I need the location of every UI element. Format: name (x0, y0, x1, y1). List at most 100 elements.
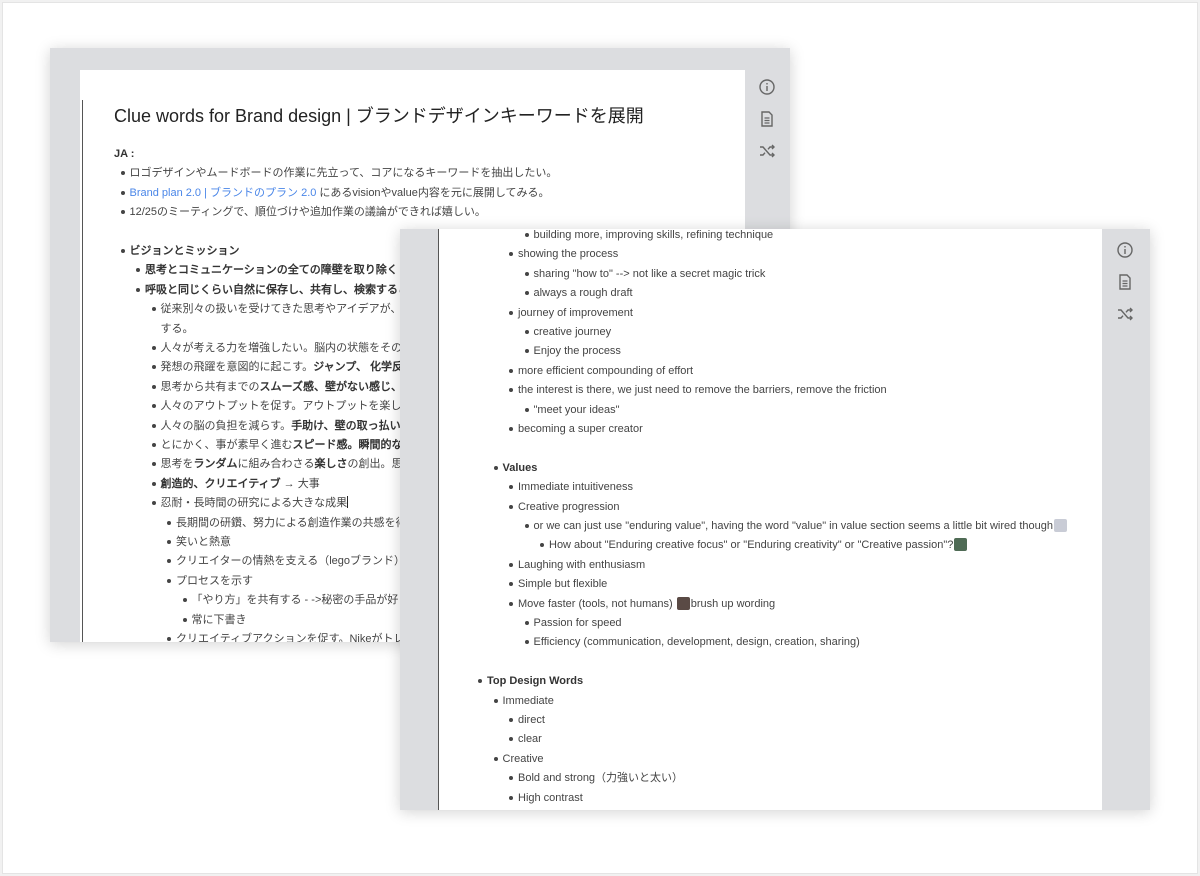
list-item[interactable]: プロセスを示す (167, 574, 253, 588)
list-item[interactable]: How about "Enduring creative focus" or "… (539, 538, 968, 552)
left-margin-line (82, 100, 83, 642)
text-segment: 思考とコミュニケーションの全ての障壁を取り除く (145, 264, 398, 277)
list-item[interactable]: クリエイティブアクションを促す。Nikeがトレー (166, 632, 416, 642)
text-segment: High contrast (518, 791, 583, 804)
list-item[interactable]: JA : (114, 147, 134, 161)
text-segment: 人々のアウトプットを促す。アウトプットを楽しく (160, 400, 413, 413)
text-segment: building more, improving skills, refinin… (533, 229, 774, 241)
list-item[interactable]: High contrast (509, 791, 583, 805)
list-item[interactable]: journey of improvement (509, 306, 633, 320)
list-item[interactable]: 思考をランダムに組み合わさる楽しさの創出。思考 (151, 457, 414, 471)
info-icon[interactable] (758, 78, 776, 96)
text-segment: Top Design Words (487, 675, 584, 688)
list-item[interactable]: ビジョンとミッション (120, 244, 240, 258)
text-segment: クリエイターの情熱を支える（legoブランド） (176, 555, 406, 568)
text-segment: プロセスを示す (176, 574, 253, 587)
list-item[interactable]: 「やり方」を共有する - ->秘密の手品が好きで (182, 593, 421, 607)
document-icon[interactable] (1116, 273, 1134, 291)
text-segment: 笑いと熱意 (176, 536, 231, 548)
list-item[interactable]: 思考とコミュニケーションの全ての障壁を取り除く (136, 263, 398, 277)
list-item[interactable]: Simple but flexible (508, 577, 607, 591)
text-segment: 創造的、クリエイティブ (160, 477, 281, 490)
list-item[interactable]: 笑いと熱意 (167, 535, 231, 549)
text-segment: する。 (160, 322, 194, 335)
list-item[interactable]: とにかく、事が素早く進むスピード感。瞬間的なア (151, 438, 414, 452)
list-item[interactable]: Top Design Words (477, 674, 584, 688)
shuffle-icon[interactable] (1116, 305, 1134, 323)
text-segment: 人々が考える力を増強したい。脳内の状態をそのま (160, 342, 414, 354)
list-item[interactable]: 人々のアウトプットを促す。アウトプットを楽しく (151, 399, 413, 413)
list-item[interactable]: Passion for speed (524, 616, 622, 630)
list-item[interactable]: 忍耐・長時間の研究による大きな成果 (151, 496, 349, 510)
list-item[interactable]: direct (509, 713, 545, 727)
list-item[interactable]: building more, improving skills, refinin… (524, 229, 774, 242)
text-segment: → 大事 (280, 477, 320, 490)
list-item[interactable]: 創造的、クリエイティブ → 大事 (151, 477, 320, 491)
list-item[interactable]: Creative progression (509, 500, 620, 514)
list-item[interactable]: Efficiency (communication, development, … (524, 635, 860, 649)
text-cursor (347, 496, 349, 509)
text-segment: ビジョンとミッション (129, 245, 240, 257)
list-item[interactable]: Bold and strong（力強いと太い） (508, 771, 683, 785)
list-item[interactable]: "meet your ideas" (524, 403, 620, 417)
document-link[interactable]: Brand plan 2.0 | ブランドのプラン 2.0 (130, 187, 317, 199)
left-margin-line (438, 229, 439, 810)
text-segment: 発想の飛躍を意図的に起こす。 (160, 361, 314, 374)
text-segment: 楽しさ (314, 458, 348, 471)
front-document[interactable]: building more, improving skills, refinin… (438, 229, 1102, 810)
text-segment: 12/25のミーティングで、順位づけや追加作業の議論ができれば嬉しい。 (129, 206, 486, 219)
list-item[interactable]: always a rough draft (524, 286, 633, 300)
text-segment: showing the process (518, 248, 619, 261)
text-segment: journey of improvement (518, 306, 633, 319)
list-item[interactable]: sharing "how to" --> not like a secret m… (524, 267, 766, 281)
side-toolbar (1116, 241, 1134, 323)
text-segment: "meet your ideas" (533, 403, 620, 416)
user-avatar (676, 596, 690, 610)
list-item[interactable]: the interest is there, we just need to r… (509, 383, 887, 397)
list-item[interactable]: 12/25のミーティングで、順位づけや追加作業の議論ができれば嬉しい。 (120, 205, 486, 219)
text-segment: sharing "how to" --> not like a secret m… (533, 267, 766, 280)
text-segment: Creative (502, 752, 544, 765)
list-item[interactable]: Immediate intuitiveness (509, 480, 633, 494)
list-item[interactable]: する。 (161, 322, 194, 336)
text-segment: スピード感。瞬間的なア (292, 439, 414, 451)
list-item[interactable]: 長期間の研鑽、努力による創造作業の共感を得た (167, 516, 418, 530)
text-segment: スムーズ感、壁がない感じ、ポ (259, 380, 413, 393)
text-segment: 手助け、壁の取っ払いや (291, 419, 412, 432)
list-item[interactable]: Laughing with enthusiasm (508, 558, 645, 572)
list-item[interactable]: 人々の脳の負担を減らす。手助け、壁の取っ払いや (151, 419, 412, 433)
list-item[interactable]: showing the process (508, 247, 619, 261)
list-item[interactable]: Brand plan 2.0 | ブランドのプラン 2.0 にあるvisionや… (120, 186, 550, 200)
list-item[interactable]: Values (493, 461, 537, 475)
text-segment: 「やり方」を共有する - ->秘密の手品が好きで (191, 594, 421, 607)
list-item[interactable]: ロゴデザインやムードボードの作業に先立って、コアになるキーワードを抽出したい。 (120, 166, 557, 180)
list-item[interactable]: becoming a super creator (509, 422, 643, 436)
list-item[interactable]: 発想の飛躍を意図的に起こす。ジャンプ、 化学反応 (151, 360, 414, 374)
list-item[interactable]: 思考から共有までのスムーズ感、壁がない感じ、ポ (151, 380, 413, 394)
document-title: Clue words for Brand design | ブランドデザインキー… (114, 106, 644, 126)
list-item[interactable]: 人々が考える力を増強したい。脳内の状態をそのま (151, 341, 414, 355)
document-icon[interactable] (758, 110, 776, 128)
text-segment: or we can just use "enduring value", hav… (533, 520, 1053, 532)
list-item[interactable]: creative journey (524, 325, 611, 339)
user-avatar (1053, 519, 1067, 532)
shuffle-icon[interactable] (758, 142, 776, 160)
text-segment: JA : (114, 148, 135, 160)
text-segment: クリエイティブアクションを促す。Nikeがトレー (176, 633, 416, 642)
text-segment: Creative progression (518, 500, 620, 513)
info-icon[interactable] (1116, 241, 1134, 259)
side-toolbar (758, 78, 776, 160)
list-item[interactable]: 常に下書き (182, 613, 247, 627)
text-segment: Immediate intuitiveness (518, 481, 633, 494)
list-item[interactable]: Immediate (493, 694, 554, 708)
list-item[interactable]: クリエイターの情熱を支える（legoブランド） (166, 554, 406, 568)
list-item[interactable]: or we can just use "enduring value", hav… (524, 519, 1068, 533)
list-item[interactable]: clear (509, 732, 542, 746)
list-item[interactable]: Creative (493, 752, 544, 766)
text-segment: Move faster (tools, not humans) (518, 597, 676, 610)
list-item[interactable]: Enjoy the process (524, 344, 621, 358)
list-item[interactable]: more efficient compounding of effort (508, 364, 693, 378)
list-item[interactable]: 従来別々の扱いを受けてきた思考やアイデアが、有 (151, 302, 412, 316)
list-item[interactable]: Move faster (tools, not humans) brush up… (508, 596, 775, 611)
list-item[interactable]: 呼吸と同じくらい自然に保存し、共有し、検索すること (136, 283, 420, 297)
